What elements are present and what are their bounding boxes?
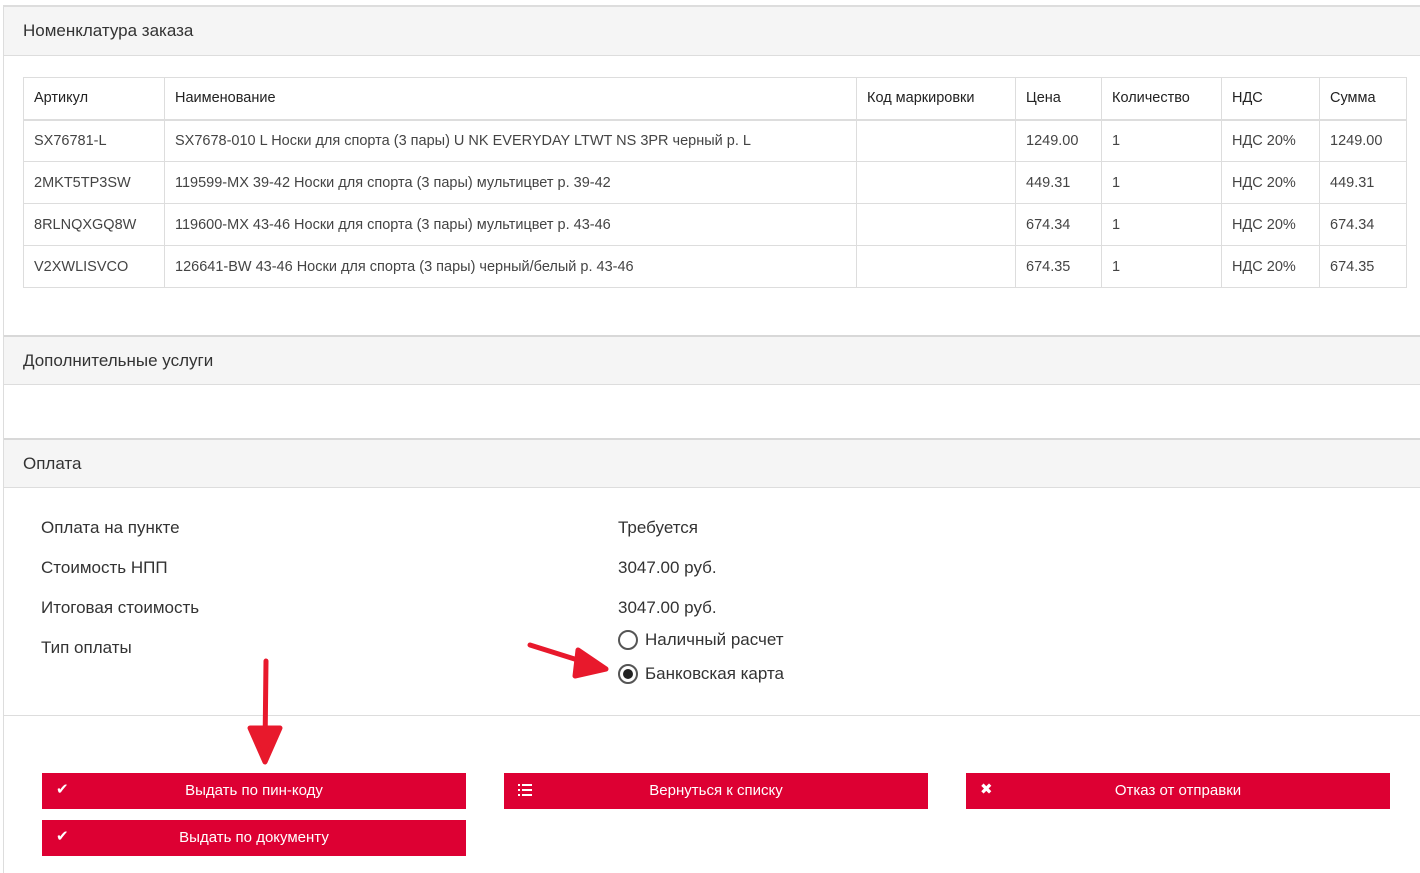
footer-divider bbox=[4, 715, 1420, 716]
cell-sum: 674.35 bbox=[1319, 245, 1407, 288]
cell-marking-code bbox=[856, 245, 1016, 288]
refuse-shipment-label: Отказ от отправки bbox=[1114, 782, 1242, 799]
npp-cost-value: 3047.00 руб. bbox=[618, 558, 717, 577]
radio-cash[interactable] bbox=[618, 630, 638, 650]
column-header-article: Артикул bbox=[23, 77, 165, 121]
cell-vat: НДС 20% bbox=[1221, 161, 1320, 204]
column-header-marking-code: Код маркировки bbox=[856, 77, 1016, 121]
cell-price: 674.35 bbox=[1015, 245, 1102, 288]
cell-marking-code bbox=[856, 203, 1016, 246]
check-icon: ✔ bbox=[56, 828, 69, 845]
cell-name: SX7678-010 L Носки для спорта (3 пары) U… bbox=[164, 119, 857, 162]
column-header-vat: НДС bbox=[1221, 77, 1320, 121]
refuse-shipment-button[interactable]: ✖ Отказ от отправки bbox=[966, 773, 1390, 809]
cell-sum: 674.34 bbox=[1319, 203, 1407, 246]
services-section-header: Дополнительные услуги bbox=[4, 335, 1420, 385]
cell-quantity: 1 bbox=[1101, 161, 1222, 204]
close-icon: ✖ bbox=[980, 781, 993, 798]
issue-by-pin-label: Выдать по пин-коду bbox=[185, 782, 323, 799]
table-header-row: Артикул Наименование Код маркировки Цена… bbox=[23, 77, 1407, 121]
list-icon bbox=[518, 784, 532, 796]
payment-section-title: Оплата bbox=[23, 454, 82, 473]
cell-quantity: 1 bbox=[1101, 203, 1222, 246]
payment-type-label: Тип оплаты bbox=[41, 638, 132, 657]
cell-sum: 449.31 bbox=[1319, 161, 1407, 204]
cell-vat: НДС 20% bbox=[1221, 245, 1320, 288]
payment-on-point-value: Требуется bbox=[618, 518, 699, 537]
cell-name: 119599-MX 39-42 Носки для спорта (3 пары… bbox=[164, 161, 857, 204]
cell-quantity: 1 bbox=[1101, 119, 1222, 162]
table-row: V2XWLISVCO 126641-BW 43-46 Носки для спо… bbox=[23, 245, 1407, 288]
payment-option-card[interactable]: Банковская карта bbox=[618, 664, 784, 684]
issue-by-document-button[interactable]: ✔ Выдать по документу bbox=[42, 820, 466, 856]
payment-option-cash-label: Наличный расчет bbox=[645, 630, 784, 649]
table-row: SX76781-L SX7678-010 L Носки для спорта … bbox=[23, 119, 1407, 162]
cell-sum: 1249.00 bbox=[1319, 119, 1407, 162]
total-cost-label: Итоговая стоимость bbox=[41, 598, 200, 617]
payment-option-card-label: Банковская карта bbox=[645, 664, 785, 683]
nomenclature-section-title: Номенклатура заказа bbox=[23, 21, 194, 40]
cell-price: 1249.00 bbox=[1015, 119, 1102, 162]
cell-article: 8RLNQXGQ8W bbox=[23, 203, 165, 246]
column-header-quantity: Количество bbox=[1101, 77, 1222, 121]
cell-marking-code bbox=[856, 119, 1016, 162]
cell-vat: НДС 20% bbox=[1221, 203, 1320, 246]
issue-by-pin-button[interactable]: ✔ Выдать по пин-коду bbox=[42, 773, 466, 809]
cell-price: 674.34 bbox=[1015, 203, 1102, 246]
column-header-sum: Сумма bbox=[1319, 77, 1407, 121]
radio-bank-card[interactable] bbox=[618, 664, 638, 684]
cell-article: V2XWLISVCO bbox=[23, 245, 165, 288]
cell-marking-code bbox=[856, 161, 1016, 204]
cell-name: 119600-MX 43-46 Носки для спорта (3 пары… bbox=[164, 203, 857, 246]
order-items-table: Артикул Наименование Код маркировки Цена… bbox=[23, 77, 1407, 288]
npp-cost-label: Стоимость НПП bbox=[41, 558, 168, 577]
back-to-list-label: Вернуться к списку bbox=[649, 782, 783, 799]
services-section-title: Дополнительные услуги bbox=[23, 351, 214, 370]
issue-by-document-label: Выдать по документу bbox=[179, 829, 329, 846]
cell-price: 449.31 bbox=[1015, 161, 1102, 204]
cell-article: 2MKT5TP3SW bbox=[23, 161, 165, 204]
column-header-price: Цена bbox=[1015, 77, 1102, 121]
table-row: 8RLNQXGQ8W 119600-MX 43-46 Носки для спо… bbox=[23, 203, 1407, 246]
nomenclature-section-header: Номенклатура заказа bbox=[4, 6, 1420, 56]
cell-article: SX76781-L bbox=[23, 119, 165, 162]
column-header-name: Наименование bbox=[164, 77, 857, 121]
table-row: 2MKT5TP3SW 119599-MX 39-42 Носки для спо… bbox=[23, 161, 1407, 204]
payment-section-header: Оплата bbox=[4, 438, 1420, 488]
total-cost-value: 3047.00 руб. bbox=[618, 598, 717, 617]
cell-vat: НДС 20% bbox=[1221, 119, 1320, 162]
check-icon: ✔ bbox=[56, 781, 69, 798]
payment-option-cash[interactable]: Наличный расчет bbox=[618, 630, 784, 650]
back-to-list-button[interactable]: Вернуться к списку bbox=[504, 773, 928, 809]
cell-name: 126641-BW 43-46 Носки для спорта (3 пары… bbox=[164, 245, 857, 288]
payment-on-point-label: Оплата на пункте bbox=[41, 518, 180, 537]
cell-quantity: 1 bbox=[1101, 245, 1222, 288]
